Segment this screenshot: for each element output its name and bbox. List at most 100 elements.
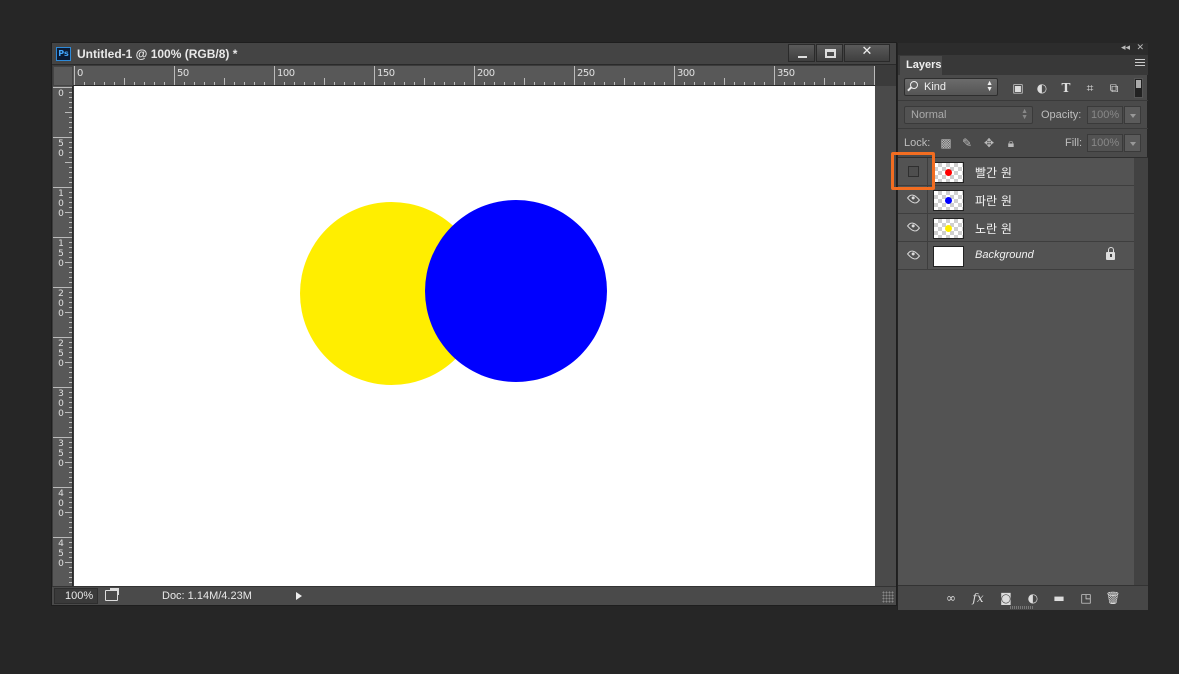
visibility-toggle[interactable] <box>898 214 928 241</box>
panel-resize-grip[interactable] <box>1010 606 1034 609</box>
layer-name[interactable]: 빨간 원 <box>975 164 1012 181</box>
type-layer-filter-icon[interactable]: T <box>1059 82 1073 94</box>
ruler-v-label: 0 <box>58 89 64 99</box>
delete-layer-icon[interactable]: 🗑︎ <box>1105 591 1121 605</box>
ruler-tick <box>654 82 655 85</box>
ruler-tick <box>69 177 72 178</box>
ruler-tick <box>69 482 72 483</box>
ruler-tick <box>69 242 72 243</box>
layer-name[interactable]: Background <box>975 249 1034 261</box>
ruler-tick <box>65 462 72 463</box>
photoshop-icon: Ps <box>56 47 71 61</box>
pixel-layer-filter-icon[interactable]: ▣ <box>1011 82 1025 94</box>
ruler-tick <box>65 212 72 213</box>
ruler-h-label: 100 <box>277 68 295 79</box>
horizontal-ruler[interactable]: 0501001502002503003504004505005506006507… <box>73 66 875 86</box>
ruler-tick <box>65 262 72 263</box>
ruler-tick <box>754 82 755 85</box>
ruler-tick <box>274 66 275 85</box>
layer-filter-row: Kind ▲ ▼ ▣ ◐ T ⌗ ⧉ <box>898 75 1148 101</box>
lock-transparent-pixels-icon[interactable]: ▩ <box>940 137 952 149</box>
adjustment-layer-filter-icon[interactable]: ◐ <box>1035 82 1049 94</box>
ruler-tick <box>584 82 585 85</box>
layer-row-blue-circle[interactable]: 파란 원 <box>898 186 1134 214</box>
new-adjustment-layer-icon[interactable]: ◐ <box>1025 591 1041 605</box>
new-layer-icon[interactable]: ◳ <box>1078 591 1094 605</box>
status-menu-arrow-icon[interactable] <box>296 592 302 600</box>
fill-field[interactable]: 100% <box>1087 134 1123 152</box>
ruler-tick <box>69 497 72 498</box>
layer-name[interactable]: 노란 원 <box>975 220 1012 237</box>
close-icon: ✕ <box>861 44 873 59</box>
ruler-tick <box>344 82 345 85</box>
ruler-tick <box>824 78 825 85</box>
ruler-tick <box>53 237 72 238</box>
kind-filter-select[interactable]: Kind ▲ ▼ <box>904 78 998 96</box>
resize-grip-icon[interactable] <box>882 591 894 603</box>
lock-position-icon[interactable]: ✥ <box>983 137 995 149</box>
ruler-tick <box>594 82 595 85</box>
opacity-dropdown-icon[interactable] <box>1124 106 1141 124</box>
ruler-tick <box>69 357 72 358</box>
ruler-tick <box>444 82 445 85</box>
close-panel-icon[interactable]: ✕ <box>1136 43 1144 53</box>
select-arrows-icon: ▲ ▼ <box>986 80 993 93</box>
add-mask-icon[interactable]: ◙ <box>998 591 1014 605</box>
ruler-tick <box>69 492 72 493</box>
shape-layer-filter-icon[interactable]: ⌗ <box>1083 82 1097 94</box>
maximize-button[interactable] <box>816 44 843 62</box>
ruler-tick <box>65 512 72 513</box>
collapse-panel-icon[interactable]: ◂◂ <box>1121 43 1130 53</box>
lock-all-icon[interactable]: 🔒︎ <box>1005 137 1017 149</box>
fx-icon[interactable]: fx <box>970 591 986 605</box>
new-group-icon[interactable]: ▬ <box>1051 591 1067 605</box>
lock-icon[interactable] <box>1106 247 1115 260</box>
document-title: Untitled-1 @ 100% (RGB/8) * <box>77 47 238 61</box>
lock-image-pixels-icon[interactable]: ✎ <box>961 137 973 149</box>
smart-object-filter-icon[interactable]: ⧉ <box>1107 82 1121 94</box>
ruler-tick <box>624 78 625 85</box>
ruler-tick <box>304 82 305 85</box>
layers-scrollbar[interactable] <box>1134 158 1148 585</box>
document-title-bar[interactable]: Ps Untitled-1 @ 100% (RGB/8) * ✕ <box>52 43 896 65</box>
canvas[interactable] <box>74 86 875 586</box>
layer-row-background[interactable]: Background <box>898 242 1134 270</box>
layer-row-yellow-circle[interactable]: 노란 원 <box>898 214 1134 242</box>
blend-mode-select[interactable]: Normal ▲ ▼ <box>904 106 1033 124</box>
tab-layers[interactable]: Layers <box>900 56 942 75</box>
layer-name[interactable]: 파란 원 <box>975 192 1012 209</box>
ruler-tick <box>69 252 72 253</box>
ruler-origin[interactable] <box>53 66 73 86</box>
ruler-tick <box>284 82 285 85</box>
ruler-tick <box>424 78 425 85</box>
minimize-button[interactable] <box>788 44 815 62</box>
ruler-tick <box>69 232 72 233</box>
ruler-tick <box>69 332 72 333</box>
ruler-tick <box>53 437 72 438</box>
filter-toggle-switch[interactable] <box>1134 78 1143 98</box>
ruler-tick <box>69 547 72 548</box>
ruler-tick <box>104 82 105 85</box>
ruler-tick <box>69 572 72 573</box>
ruler-tick <box>604 82 605 85</box>
ruler-tick <box>69 417 72 418</box>
fill-dropdown-icon[interactable] <box>1124 134 1141 152</box>
vertical-ruler[interactable]: 0 50 100 150 200 250 300 350 400 450 <box>53 86 73 586</box>
visibility-toggle[interactable] <box>898 186 928 213</box>
ruler-h-label: 250 <box>577 68 595 79</box>
panel-menu-icon[interactable] <box>1135 59 1145 69</box>
visibility-toggle[interactable] <box>898 242 928 269</box>
ruler-v-label: 450 <box>58 539 64 569</box>
link-layers-icon[interactable]: ∞ <box>943 591 959 605</box>
ruler-tick <box>564 82 565 85</box>
ruler-tick <box>53 537 72 538</box>
ruler-tick <box>69 407 72 408</box>
opacity-field[interactable]: 100% <box>1087 106 1123 124</box>
ruler-tick <box>494 82 495 85</box>
ruler-tick <box>69 367 72 368</box>
zoom-field[interactable]: 100% <box>54 588 98 604</box>
ruler-tick <box>394 82 395 85</box>
layers-list: 빨간 원 파란 원 노란 원 Background <box>898 158 1134 585</box>
share-icon[interactable] <box>105 588 119 601</box>
close-button[interactable]: ✕ <box>844 44 890 62</box>
